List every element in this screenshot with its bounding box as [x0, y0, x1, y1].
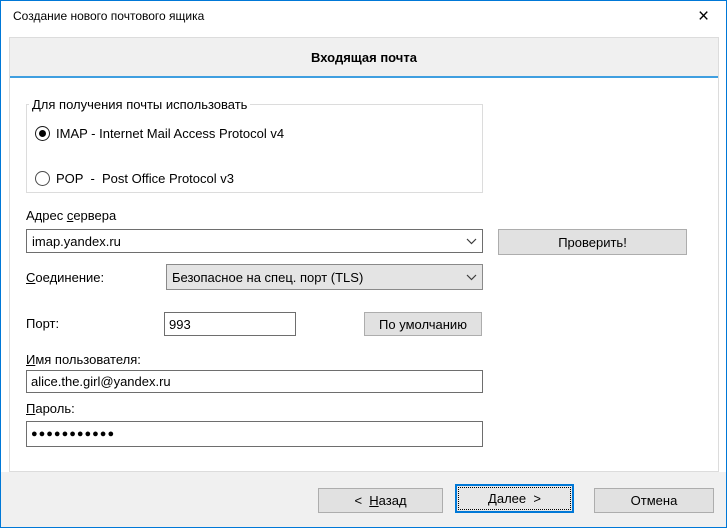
chevron-down-icon[interactable] [460, 238, 482, 245]
protocol-groupbox: Для получения почты использовать IMAP - … [26, 97, 483, 193]
radio-pop-label: POP - Post Office Protocol v3 [56, 171, 234, 186]
port-label: Порт: [26, 316, 59, 331]
footer-bar: < Назад Далее > Отмена [1, 472, 726, 527]
radio-imap-icon[interactable] [35, 126, 50, 141]
server-address-value: imap.yandex.ru [27, 234, 460, 249]
radio-imap[interactable]: IMAP - Internet Mail Access Protocol v4 [35, 126, 284, 141]
chevron-down-icon[interactable] [460, 274, 482, 281]
dialog-window: Создание нового почтового ящика × Входящ… [0, 0, 727, 528]
back-button[interactable]: < Назад [318, 488, 443, 513]
connection-value: Безопасное на спец. порт (TLS) [167, 270, 460, 285]
window-title: Создание нового почтового ящика [13, 1, 204, 32]
radio-pop[interactable]: POP - Post Office Protocol v3 [35, 171, 234, 186]
check-button[interactable]: Проверить! [498, 229, 687, 255]
username-input[interactable] [26, 370, 483, 393]
cancel-button[interactable]: Отмена [594, 488, 714, 513]
server-address-combobox[interactable]: imap.yandex.ru [26, 229, 483, 253]
connection-dropdown[interactable]: Безопасное на спец. порт (TLS) [166, 264, 483, 290]
page-title: Входящая почта [10, 38, 718, 78]
port-input[interactable] [164, 312, 296, 336]
password-label: Пароль: [26, 401, 75, 416]
next-button[interactable]: Далее > [455, 484, 574, 513]
radio-imap-label: IMAP - Internet Mail Access Protocol v4 [56, 126, 284, 141]
title-bar[interactable]: Создание нового почтового ящика × [1, 1, 726, 32]
protocol-groupbox-legend: Для получения почты использовать [29, 97, 250, 112]
close-icon: × [698, 6, 709, 28]
username-label: Имя пользователя: [26, 352, 141, 367]
radio-pop-icon[interactable] [35, 171, 50, 186]
server-address-label: Адрес сервера [26, 208, 116, 223]
password-input[interactable] [26, 421, 483, 447]
connection-label: Соединение: [26, 270, 104, 285]
default-port-button[interactable]: По умолчанию [364, 312, 482, 336]
close-button[interactable]: × [681, 1, 726, 32]
